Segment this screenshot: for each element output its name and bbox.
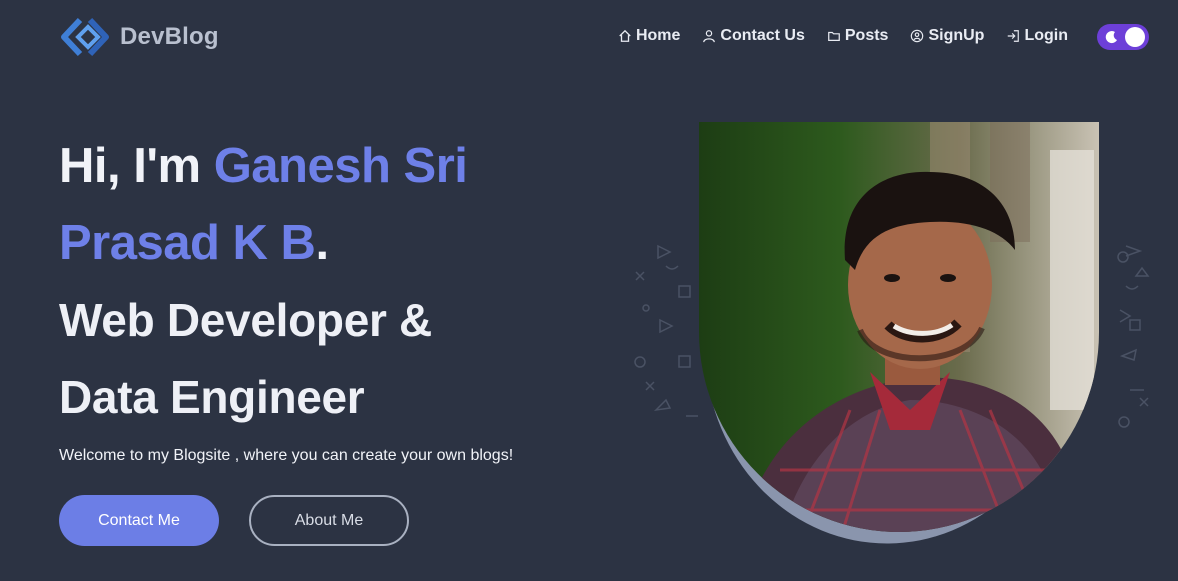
nav-item-home[interactable]: Home — [618, 27, 680, 45]
brand-logo[interactable]: DevBlog — [58, 16, 219, 58]
hero-heading: Hi, I'm Ganesh Sri Prasad K B. — [59, 128, 619, 282]
nav-item-contact[interactable]: Contact Us — [702, 27, 805, 45]
moon-icon — [1105, 31, 1117, 44]
hero-roles: Web Developer & Data Engineer — [59, 282, 619, 436]
nav-item-posts[interactable]: Posts — [827, 27, 889, 45]
navbar: DevBlog Home Contact Us Posts SignUp Log… — [0, 0, 1178, 74]
brand-name: DevBlog — [120, 23, 219, 50]
hero-period: . — [315, 216, 329, 270]
nav-item-posts-label: Posts — [844, 27, 889, 44]
devblog-logo-icon — [61, 17, 109, 57]
about-me-button[interactable]: About Me — [249, 495, 409, 546]
nav-item-signup[interactable]: SignUp — [910, 27, 984, 45]
toggle-knob — [1125, 27, 1145, 47]
hero-role-line2: Data Engineer — [59, 371, 365, 423]
nav-menu: Home Contact Us Posts SignUp Login — [618, 27, 1068, 45]
theme-toggle[interactable] — [1097, 24, 1149, 50]
hero-name-line2: Prasad K B — [59, 216, 316, 270]
home-icon — [619, 29, 631, 42]
nav-item-login[interactable]: Login — [1006, 27, 1068, 45]
hero-greeting: Hi, I'm — [59, 139, 214, 193]
nav-item-signup-label: SignUp — [928, 27, 985, 44]
nav-item-contact-label: Contact Us — [720, 27, 805, 44]
hero-photo-area — [630, 110, 1178, 576]
contact-me-button[interactable]: Contact Me — [59, 495, 219, 546]
hero-role-line1: Web Developer & — [59, 294, 432, 346]
nav-item-home-label: Home — [635, 27, 681, 44]
login-icon — [1008, 30, 1020, 42]
hero-name-line1: Ganesh Sri — [213, 139, 468, 193]
nav-item-login-label: Login — [1024, 27, 1068, 44]
welcome-text: Welcome to my Blogsite , where you can c… — [59, 447, 514, 464]
user-circle-icon — [911, 29, 924, 43]
user-icon — [703, 30, 716, 43]
folder-icon — [828, 31, 840, 41]
profile-illustration — [634, 122, 1150, 544]
